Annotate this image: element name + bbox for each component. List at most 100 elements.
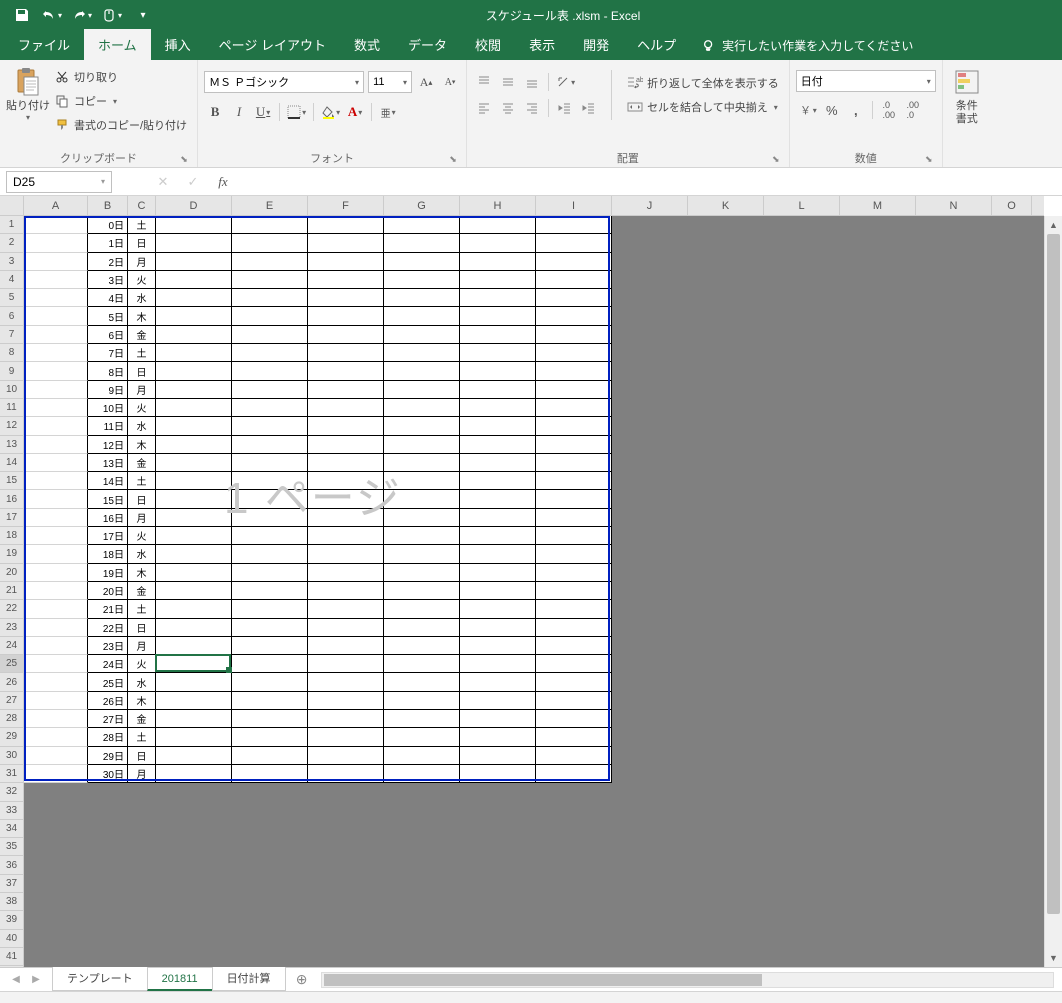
cell-N18[interactable] [916,527,992,545]
cell-F30[interactable] [308,747,384,765]
cell-O14[interactable] [992,454,1032,472]
cell-A28[interactable] [24,710,88,728]
cell-G5[interactable] [384,289,460,307]
cell-E21[interactable] [232,582,308,600]
cell-A11[interactable] [24,399,88,417]
cell-L21[interactable] [764,582,840,600]
cell-N38[interactable] [916,893,992,911]
cell-I22[interactable] [536,600,612,618]
cell-F18[interactable] [308,527,384,545]
cell-O20[interactable] [992,564,1032,582]
cell-B11[interactable]: 10日 [88,399,128,417]
cell-G21[interactable] [384,582,460,600]
cell-F25[interactable] [308,655,384,673]
cell-M21[interactable] [840,582,916,600]
cell-B9[interactable]: 8日 [88,362,128,380]
row-header-14[interactable]: 14 [0,454,23,472]
cell-F11[interactable] [308,399,384,417]
save-button[interactable] [8,2,36,28]
cell-K20[interactable] [688,564,764,582]
cell-M18[interactable] [840,527,916,545]
fill-color-button[interactable]: ▾ [319,101,342,123]
cell-M5[interactable] [840,289,916,307]
cell-K14[interactable] [688,454,764,472]
cell-D26[interactable] [156,673,232,691]
row-header-28[interactable]: 28 [0,710,23,728]
cell-K4[interactable] [688,271,764,289]
cell-K8[interactable] [688,344,764,362]
cell-B16[interactable]: 15日 [88,490,128,508]
cell-G18[interactable] [384,527,460,545]
cell-G13[interactable] [384,436,460,454]
cell-D11[interactable] [156,399,232,417]
cell-O28[interactable] [992,710,1032,728]
cell-L12[interactable] [764,417,840,435]
cell-L29[interactable] [764,728,840,746]
cell-G27[interactable] [384,692,460,710]
cell-M16[interactable] [840,490,916,508]
cell-C40[interactable] [128,930,156,948]
cell-C6[interactable]: 木 [128,307,156,325]
cell-H26[interactable] [460,673,536,691]
cell-L41[interactable] [764,948,840,966]
cell-D40[interactable] [156,930,232,948]
cell-I31[interactable] [536,765,612,783]
sheet-nav-prev[interactable]: ◀ [8,972,24,988]
cell-N10[interactable] [916,381,992,399]
cell-F8[interactable] [308,344,384,362]
cell-F9[interactable] [308,362,384,380]
cell-E35[interactable] [232,838,308,856]
cell-C35[interactable] [128,838,156,856]
cell-M26[interactable] [840,673,916,691]
cell-O26[interactable] [992,673,1032,691]
cell-B38[interactable] [88,893,128,911]
cell-H12[interactable] [460,417,536,435]
cell-A4[interactable] [24,271,88,289]
cell-M40[interactable] [840,930,916,948]
cell-F10[interactable] [308,381,384,399]
cell-A1[interactable] [24,216,88,234]
cell-A6[interactable] [24,307,88,325]
cell-B1[interactable]: 0日 [88,216,128,234]
cell-B40[interactable] [88,930,128,948]
cell-A35[interactable] [24,838,88,856]
cell-C25[interactable]: 火 [128,655,156,673]
cell-O39[interactable] [992,911,1032,929]
cell-A37[interactable] [24,875,88,893]
cell-O29[interactable] [992,728,1032,746]
cut-button[interactable]: 切り取り [50,66,191,88]
row-header-20[interactable]: 20 [0,564,23,582]
cell-K37[interactable] [688,875,764,893]
cell-C3[interactable]: 月 [128,253,156,271]
cell-K29[interactable] [688,728,764,746]
cell-N25[interactable] [916,655,992,673]
cell-H34[interactable] [460,820,536,838]
cell-N41[interactable] [916,948,992,966]
cell-I16[interactable] [536,490,612,508]
cell-L5[interactable] [764,289,840,307]
cell-L15[interactable] [764,472,840,490]
cell-E10[interactable] [232,381,308,399]
cell-F40[interactable] [308,930,384,948]
cell-K9[interactable] [688,362,764,380]
cell-E31[interactable] [232,765,308,783]
cell-A39[interactable] [24,911,88,929]
cell-G4[interactable] [384,271,460,289]
cell-D27[interactable] [156,692,232,710]
cell-H17[interactable] [460,509,536,527]
cell-G32[interactable] [384,783,460,801]
cell-B20[interactable]: 19日 [88,564,128,582]
cell-I33[interactable] [536,802,612,820]
cell-L2[interactable] [764,234,840,252]
cell-L3[interactable] [764,253,840,271]
row-header-4[interactable]: 4 [0,271,23,289]
row-header-39[interactable]: 39 [0,911,23,929]
cell-L19[interactable] [764,545,840,563]
cell-F4[interactable] [308,271,384,289]
cell-G31[interactable] [384,765,460,783]
cell-J24[interactable] [612,637,688,655]
sheet-tab-0[interactable]: テンプレート [52,966,148,991]
cell-E1[interactable] [232,216,308,234]
cell-J23[interactable] [612,619,688,637]
cell-E11[interactable] [232,399,308,417]
